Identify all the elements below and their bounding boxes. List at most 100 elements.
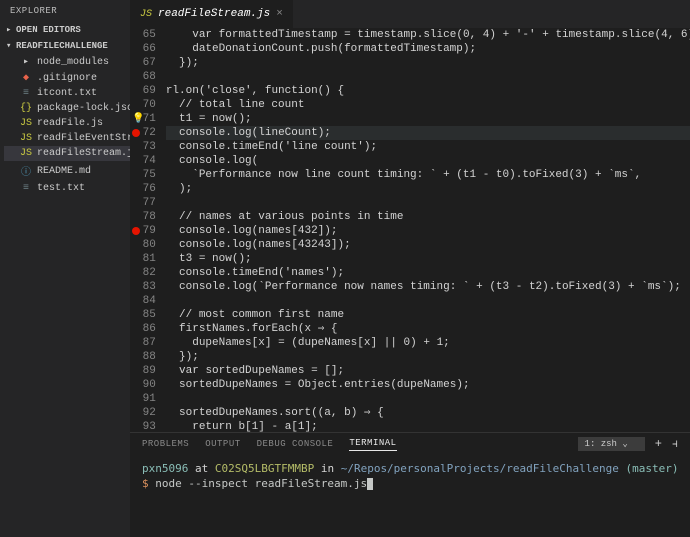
line-number[interactable]: 65: [136, 28, 156, 42]
code-line[interactable]: var formattedTimestamp = timestamp.slice…: [166, 28, 690, 42]
line-number[interactable]: 69: [136, 84, 156, 98]
open-editors-label: OPEN EDITORS: [16, 25, 81, 35]
explorer-sidebar: EXPLORER ▸ OPEN EDITORS ▾ READFILECHALLE…: [0, 0, 130, 537]
line-number[interactable]: 92: [136, 406, 156, 420]
code-line[interactable]: [166, 392, 690, 406]
tree-item[interactable]: ≡itcont.txt: [4, 86, 130, 101]
file-label: readFileEventStream.js: [37, 133, 130, 144]
term-command: node --inspect readFileStream.js: [155, 477, 367, 490]
panel-tabs: PROBLEMS OUTPUT DEBUG CONSOLE TERMINAL 1…: [130, 433, 690, 455]
code-line[interactable]: console.timeEnd('names');: [166, 266, 690, 280]
project-header[interactable]: ▾ READFILECHALLENGE: [0, 38, 130, 54]
code-editor[interactable]: 65666768697071💡7273747576777879808182838…: [130, 28, 690, 432]
code-line[interactable]: console.log(names[43243]);: [166, 238, 690, 252]
tree-item[interactable]: JSreadFile.js: [4, 116, 130, 131]
file-icon: ≡: [20, 183, 32, 194]
code-line[interactable]: });: [166, 56, 690, 70]
line-number[interactable]: 74: [136, 154, 156, 168]
tree-item[interactable]: ⓘREADME.md: [4, 161, 130, 181]
line-number[interactable]: 73: [136, 140, 156, 154]
code-line[interactable]: rl.on('close', function() {: [166, 84, 690, 98]
new-terminal-icon[interactable]: +: [655, 437, 662, 451]
tab-terminal[interactable]: TERMINAL: [349, 438, 396, 451]
terminal-selector[interactable]: 1: zsh ⌄: [578, 437, 645, 451]
code-line[interactable]: `Performance now line count timing: ` + …: [166, 168, 690, 182]
line-number[interactable]: 75: [136, 168, 156, 182]
line-number[interactable]: 76: [136, 182, 156, 196]
lightbulb-icon[interactable]: 💡: [132, 113, 144, 127]
code-line[interactable]: var sortedDupeNames = [];: [166, 364, 690, 378]
line-number[interactable]: 89: [136, 364, 156, 378]
code-line[interactable]: [166, 294, 690, 308]
line-number[interactable]: 72: [136, 126, 156, 140]
tab-label: readFileStream.js: [158, 8, 270, 20]
code-line[interactable]: console.timeEnd('line count');: [166, 140, 690, 154]
tab-problems[interactable]: PROBLEMS: [142, 439, 189, 449]
line-number[interactable]: 70: [136, 98, 156, 112]
line-number[interactable]: 84: [136, 294, 156, 308]
chevron-down-icon: ▾: [6, 41, 16, 51]
code-line[interactable]: firstNames.forEach(x ⇒ {: [166, 322, 690, 336]
split-terminal-icon[interactable]: ⫞: [672, 437, 678, 451]
file-label: node_modules: [37, 57, 109, 68]
code-line[interactable]: );: [166, 182, 690, 196]
breakpoint-icon[interactable]: [132, 227, 140, 235]
tab-output[interactable]: OUTPUT: [205, 439, 240, 449]
tab-readfilestream[interactable]: JS readFileStream.js ×: [130, 0, 293, 28]
file-label: .gitignore: [37, 73, 97, 84]
code-line[interactable]: [166, 70, 690, 84]
code-line[interactable]: console.log(`Performance now names timin…: [166, 280, 690, 294]
code-line[interactable]: console.log(: [166, 154, 690, 168]
line-number[interactable]: 82: [136, 266, 156, 280]
code-line[interactable]: return b[1] - a[1];: [166, 420, 690, 432]
code-line[interactable]: });: [166, 350, 690, 364]
code-line[interactable]: sortedDupeNames = Object.entries(dupeNam…: [166, 378, 690, 392]
chevron-updown-icon: ⌄: [622, 439, 627, 449]
code-line[interactable]: dupeNames[x] = (dupeNames[x] || 0) + 1;: [166, 336, 690, 350]
code-line[interactable]: console.log(names[432]);: [166, 224, 690, 238]
line-number[interactable]: 67: [136, 56, 156, 70]
line-number[interactable]: 88: [136, 350, 156, 364]
breakpoint-icon[interactable]: [132, 129, 140, 137]
code-line[interactable]: console.log(lineCount);: [166, 126, 690, 140]
open-editors-header[interactable]: ▸ OPEN EDITORS: [0, 22, 130, 38]
code-content[interactable]: var formattedTimestamp = timestamp.slice…: [166, 28, 690, 432]
line-number[interactable]: 81: [136, 252, 156, 266]
line-number[interactable]: 85: [136, 308, 156, 322]
code-line[interactable]: // names at various points in time: [166, 210, 690, 224]
tree-item[interactable]: ▸node_modules: [4, 54, 130, 70]
code-line[interactable]: dateDonationCount.push(formattedTimestam…: [166, 42, 690, 56]
line-gutter[interactable]: 65666768697071💡7273747576777879808182838…: [130, 28, 166, 432]
line-number[interactable]: 77: [136, 196, 156, 210]
term-path: ~/Repos/personalProjects/readFileChallen…: [341, 462, 619, 475]
line-number[interactable]: 86: [136, 322, 156, 336]
line-number[interactable]: 80: [136, 238, 156, 252]
code-line[interactable]: // most common first name: [166, 308, 690, 322]
code-line[interactable]: [166, 196, 690, 210]
code-line[interactable]: t1 = now();: [166, 112, 690, 126]
tree-item[interactable]: ◆.gitignore: [4, 70, 130, 86]
line-number[interactable]: 68: [136, 70, 156, 84]
tree-item[interactable]: {}package-lock.json: [4, 101, 130, 116]
line-number[interactable]: 93: [136, 420, 156, 432]
close-icon[interactable]: ×: [276, 8, 283, 20]
editor-area: JS readFileStream.js × 65666768697071💡72…: [130, 0, 690, 537]
line-number[interactable]: 78: [136, 210, 156, 224]
tree-item[interactable]: JSreadFileEventStream.js: [4, 131, 130, 146]
line-number[interactable]: 87: [136, 336, 156, 350]
tab-debug-console[interactable]: DEBUG CONSOLE: [257, 439, 334, 449]
line-number[interactable]: 71💡: [136, 112, 156, 126]
line-number[interactable]: 66: [136, 42, 156, 56]
tree-item[interactable]: JSreadFileStream.js: [4, 146, 130, 161]
tree-item[interactable]: ≡test.txt: [4, 181, 130, 196]
code-line[interactable]: // total line count: [166, 98, 690, 112]
line-number[interactable]: 91: [136, 392, 156, 406]
terminal[interactable]: pxn5096 at C02SQ5LBGTFMMBP in ~/Repos/pe…: [130, 455, 690, 537]
line-number[interactable]: 90: [136, 378, 156, 392]
code-line[interactable]: sortedDupeNames.sort((a, b) ⇒ {: [166, 406, 690, 420]
chevron-right-icon: ▸: [6, 25, 16, 35]
line-number[interactable]: 83: [136, 280, 156, 294]
line-number[interactable]: 79: [136, 224, 156, 238]
code-line[interactable]: t3 = now();: [166, 252, 690, 266]
term-user: pxn5096: [142, 462, 188, 475]
